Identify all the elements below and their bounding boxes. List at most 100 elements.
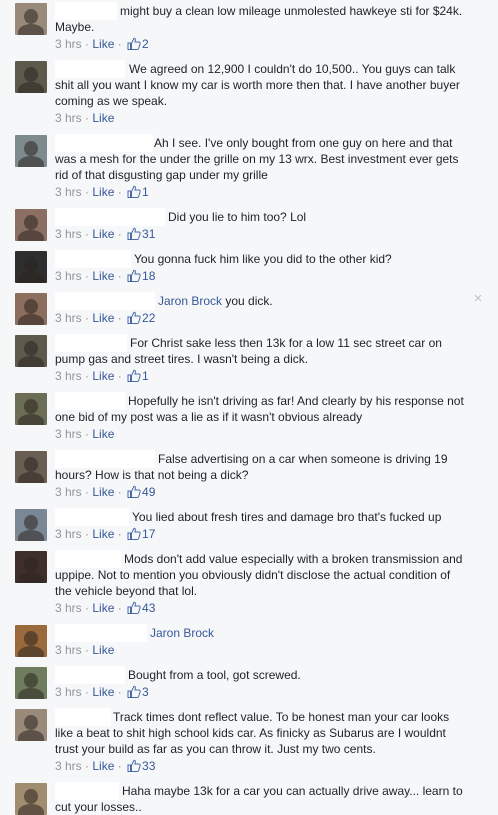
comment-time[interactable]: 3 hrs — [55, 685, 82, 699]
avatar[interactable] — [15, 451, 47, 483]
mention-link[interactable]: Jaron Brock — [150, 626, 214, 640]
avatar[interactable] — [15, 251, 47, 283]
comment-rest: hours? How is that not being a dick? — [55, 468, 249, 482]
like-count[interactable]: 43 — [142, 601, 155, 615]
thumbs-up-icon — [127, 227, 141, 243]
like-count[interactable]: 17 — [142, 527, 155, 541]
like-link[interactable]: Like — [92, 485, 114, 499]
like-count[interactable]: 22 — [142, 311, 155, 325]
comment-line1: False advertising on a car when someone … — [158, 452, 448, 466]
comment-text: Jaron Brock you dick. — [55, 293, 475, 309]
like-link[interactable]: Like — [92, 427, 114, 441]
comment-meta: 3 hrs · Like — [55, 643, 115, 657]
comment-text: For Christ sake less then 13k for a low … — [55, 335, 475, 367]
like-link[interactable]: Like — [92, 185, 114, 199]
like-link[interactable]: Like — [92, 311, 114, 325]
thumbs-up-icon — [127, 37, 141, 53]
avatar[interactable] — [15, 625, 47, 657]
comment-thread: might buy a clean low mileage unmolested… — [0, 0, 498, 815]
comment-line1: You lied about fresh tires and damage br… — [132, 510, 442, 524]
avatar[interactable] — [15, 293, 47, 325]
comment-meta: 3 hrs · Like · 22 — [55, 311, 156, 327]
comment-rest: uppipe. Not to mention you obviously did… — [55, 568, 451, 598]
comment-time[interactable]: 3 hrs — [55, 111, 82, 125]
thumbs-up-icon — [127, 311, 141, 327]
thumbs-up-icon — [127, 269, 141, 285]
like-link[interactable]: Like — [92, 369, 114, 383]
like-link[interactable]: Like — [92, 601, 114, 615]
comment-time[interactable]: 3 hrs — [55, 311, 82, 325]
comment-rest: cut your losses.. — [55, 800, 142, 814]
comment-line1: You gonna fuck him like you did to the o… — [134, 252, 392, 266]
comment-line1: Bought from a tool, got screwed. — [128, 668, 301, 682]
like-link[interactable]: Like — [92, 759, 114, 773]
like-link[interactable]: Like — [92, 37, 114, 51]
like-count[interactable]: 18 — [142, 269, 155, 283]
comment-time[interactable]: 3 hrs — [55, 185, 82, 199]
comment-meta: 3 hrs · Like · 43 — [55, 601, 156, 617]
avatar[interactable] — [15, 3, 47, 35]
avatar[interactable] — [15, 509, 47, 541]
comment-time[interactable]: 3 hrs — [55, 601, 82, 615]
avatar[interactable] — [15, 335, 47, 367]
comment-time[interactable]: 3 hrs — [55, 643, 82, 657]
like-count[interactable]: 33 — [142, 759, 155, 773]
mention-link[interactable]: Jaron Brock — [158, 294, 222, 308]
comment-meta: 3 hrs · Like · 49 — [55, 485, 156, 499]
like-link[interactable]: Like — [92, 111, 114, 125]
comment-time[interactable]: 3 hrs — [55, 227, 82, 241]
like-count[interactable]: 49 — [142, 485, 155, 499]
like-count[interactable]: 3 — [142, 685, 149, 699]
comment-text: False advertising on a car when someone … — [55, 451, 475, 483]
comment-rest: was a mesh for the under the grille on m… — [55, 152, 459, 182]
comment-time[interactable]: 3 hrs — [55, 269, 82, 283]
comment-text: We agreed on 12,900 I couldn't do 10,500… — [55, 61, 475, 109]
comment-rest: Maybe. — [55, 20, 95, 34]
like-link[interactable]: Like — [92, 643, 114, 657]
comment-time[interactable]: 3 hrs — [55, 759, 82, 773]
thumbs-up-icon — [127, 369, 141, 385]
avatar[interactable] — [15, 393, 47, 425]
comment-line1: We agreed on 12,900 I couldn't do 10,500… — [129, 62, 456, 76]
comment-time[interactable]: 3 hrs — [55, 527, 82, 541]
close-icon[interactable]: × — [472, 291, 484, 306]
comment-line1: Ah I see. I've only bought from one guy … — [154, 136, 453, 150]
comment-meta: 3 hrs · Like · 17 — [55, 527, 156, 541]
like-count[interactable]: 1 — [142, 185, 149, 199]
like-count[interactable]: 2 — [142, 37, 149, 51]
comment-meta: 3 hrs · Like · 33 — [55, 759, 156, 775]
comment-line1: Track times dont reflect value. To be ho… — [113, 710, 450, 724]
comment-text: Haha maybe 13k for a car you can actuall… — [55, 783, 475, 815]
comment-line1: Mods don't add value especially with a b… — [124, 552, 463, 566]
comment-meta: 3 hrs · Like · 2 — [55, 37, 149, 51]
avatar[interactable] — [15, 667, 47, 699]
comment-text: Ah I see. I've only bought from one guy … — [55, 135, 475, 183]
like-count[interactable]: 31 — [142, 227, 155, 241]
comment-line1: Did you lie to him too? Lol — [168, 210, 307, 224]
like-link[interactable]: Like — [92, 269, 114, 283]
like-link[interactable]: Like — [92, 685, 114, 699]
like-link[interactable]: Like — [92, 527, 114, 541]
comment-time[interactable]: 3 hrs — [55, 37, 82, 51]
avatar[interactable] — [15, 783, 47, 815]
avatar[interactable] — [15, 551, 47, 583]
comment-text: Track times dont reflect value. To be ho… — [55, 709, 475, 757]
comment-meta: 3 hrs · Like · 31 — [55, 227, 156, 243]
comment-line1: might buy a clean low mileage unmolested… — [120, 4, 463, 18]
thumbs-up-icon — [127, 759, 141, 775]
comment-text: You lied about fresh tires and damage br… — [55, 509, 475, 525]
avatar[interactable] — [15, 709, 47, 741]
like-link[interactable]: Like — [92, 227, 114, 241]
avatar[interactable] — [15, 135, 47, 167]
avatar[interactable] — [15, 61, 47, 93]
comment-text: might buy a clean low mileage unmolested… — [55, 3, 475, 35]
comment-time[interactable]: 3 hrs — [55, 369, 82, 383]
comment-line1: Hopefully he isn't driving as far! And c… — [128, 394, 464, 408]
avatar[interactable] — [15, 209, 47, 241]
comment-time[interactable]: 3 hrs — [55, 427, 82, 441]
comment-time[interactable]: 3 hrs — [55, 485, 82, 499]
comment-line1: For Christ sake less then 13k for a low … — [130, 336, 442, 350]
comment-line1: Haha maybe 13k for a car you can actuall… — [122, 784, 463, 798]
thumbs-up-icon — [127, 601, 141, 617]
like-count[interactable]: 1 — [142, 369, 149, 383]
